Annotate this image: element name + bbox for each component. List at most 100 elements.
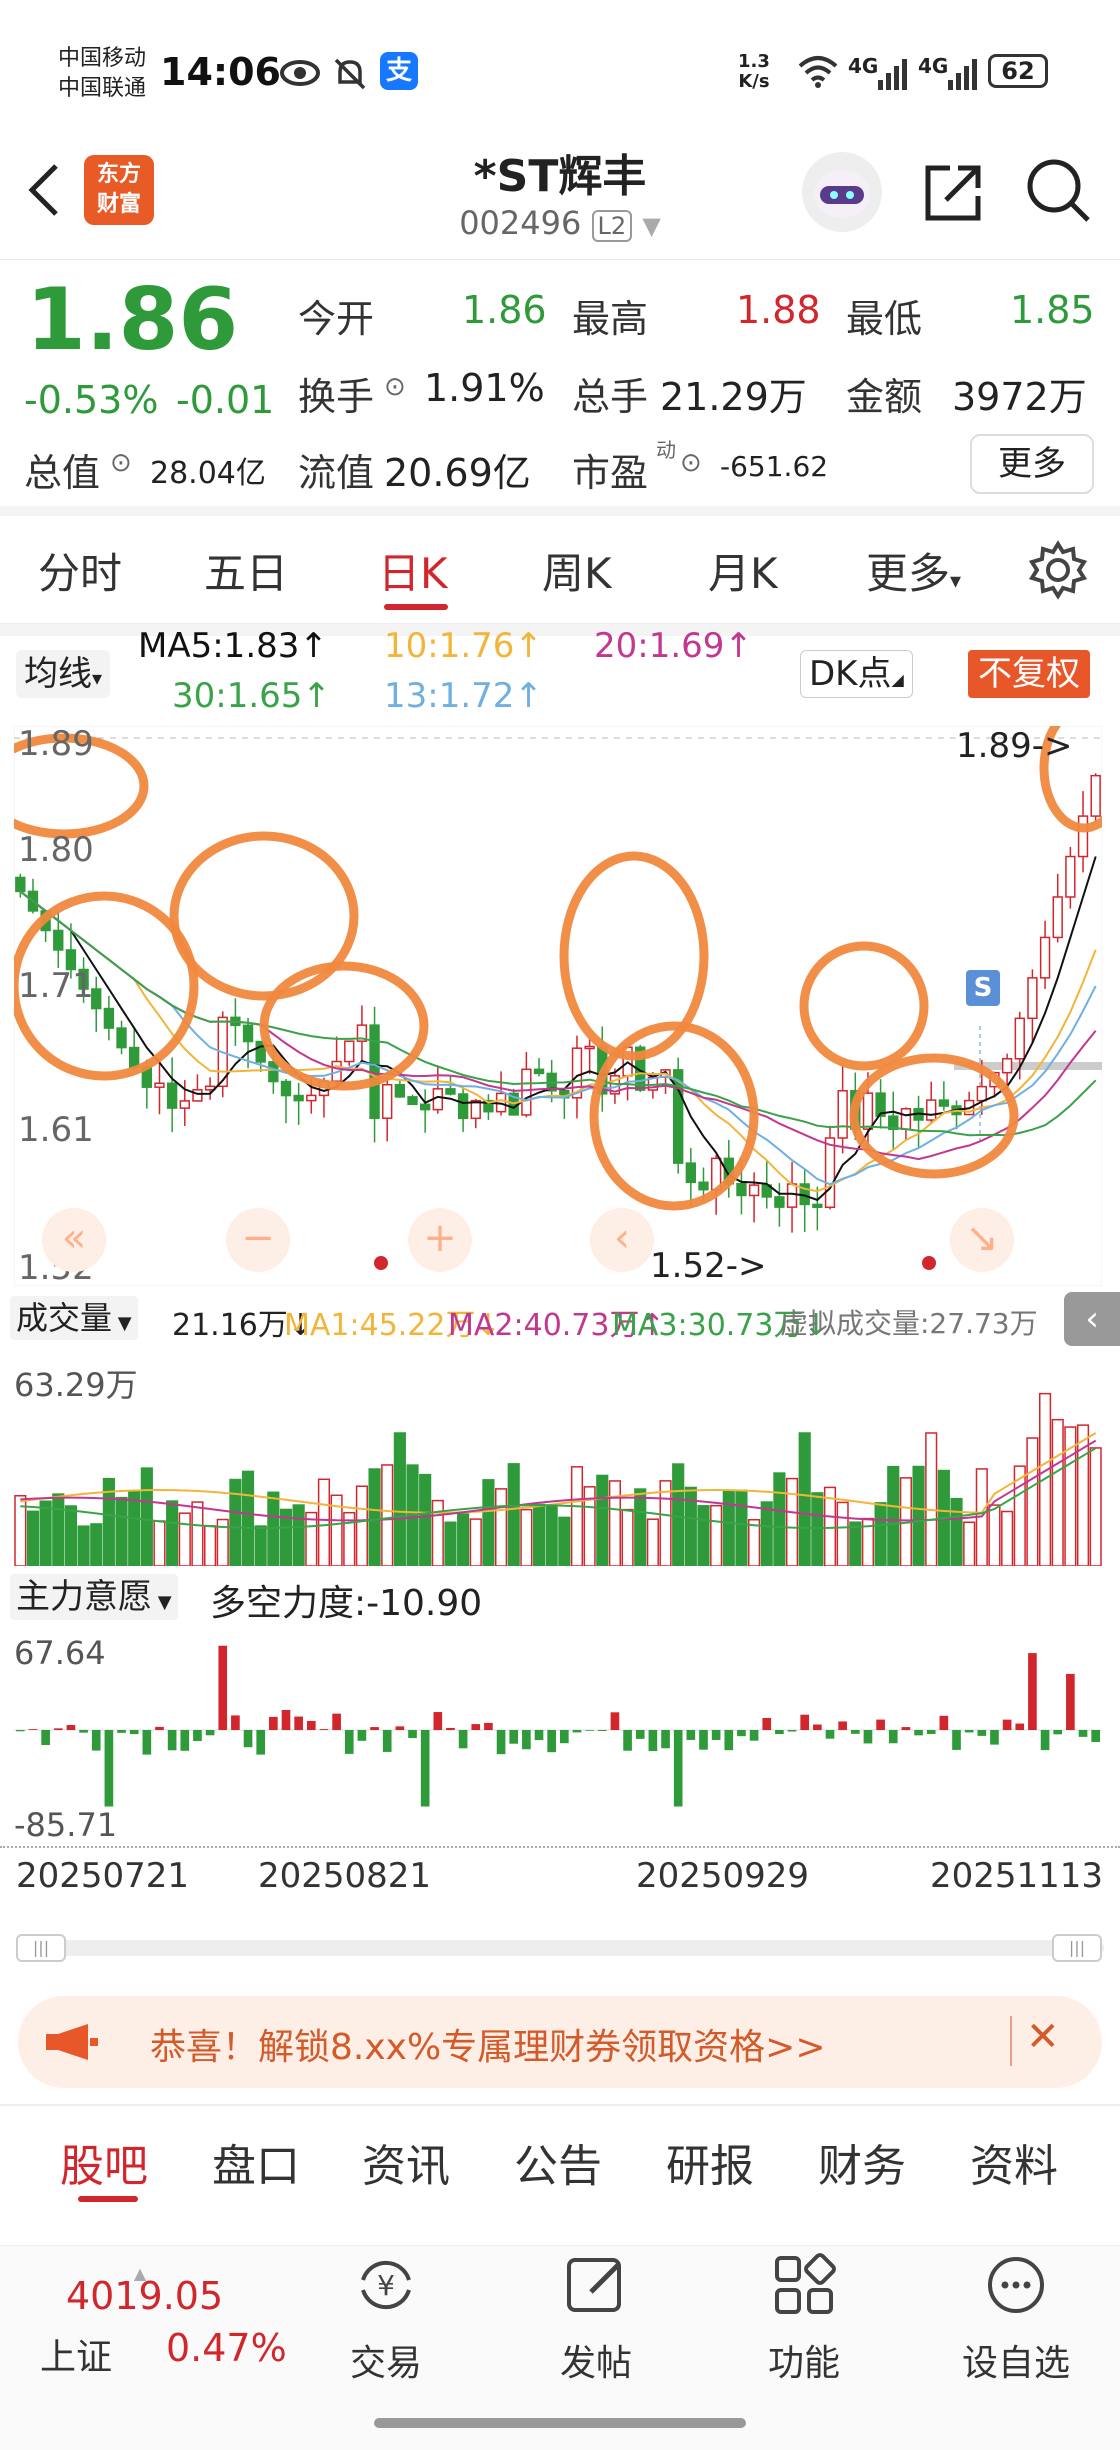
force-bar xyxy=(990,1730,999,1745)
volume-bar xyxy=(204,1525,217,1566)
force-bar xyxy=(79,1730,88,1733)
robot-avatar-icon[interactable] xyxy=(802,152,882,232)
search-icon[interactable] xyxy=(1024,156,1094,230)
tab-guba[interactable]: 股吧 xyxy=(60,2130,148,2194)
candle-body xyxy=(192,1089,203,1102)
volume-bar xyxy=(925,1432,938,1566)
ma-select[interactable]: 均线▾ xyxy=(16,650,111,698)
force-bar xyxy=(585,1730,594,1731)
volume-indicator-select[interactable]: 成交量 ▼ xyxy=(10,1296,138,1340)
force-bar xyxy=(446,1727,455,1730)
signal-bars-2-icon xyxy=(946,58,980,94)
scroll-handle-right[interactable]: ||| xyxy=(1052,1934,1102,1962)
candle-body xyxy=(53,929,64,951)
force-bar xyxy=(610,1712,620,1730)
force-bar xyxy=(876,1719,885,1730)
open-label: 今开 xyxy=(298,297,375,341)
candle-body xyxy=(445,1088,456,1095)
volume-bar xyxy=(128,1490,141,1566)
tab-announcements[interactable]: 公告 xyxy=(514,2130,602,2194)
change-abs: -0.01 xyxy=(176,378,275,422)
tab-monthly-k[interactable]: 月K xyxy=(708,540,778,601)
tab-news[interactable]: 资讯 xyxy=(362,2130,450,2194)
min-price-marker: 1.52-> xyxy=(650,1246,767,1286)
volume-bar xyxy=(1051,1418,1064,1566)
tab-five-day[interactable]: 五日 xyxy=(204,540,288,601)
force-bar xyxy=(142,1730,152,1755)
level2-badge: L2 xyxy=(591,210,633,242)
chart-left-button[interactable]: ‹ xyxy=(590,1208,654,1272)
more-button[interactable]: 更多 xyxy=(970,434,1094,494)
force-bar xyxy=(231,1715,240,1730)
nav-post[interactable]: 发帖 xyxy=(516,2250,676,2386)
tab-more[interactable]: 更多▾ xyxy=(866,540,961,601)
index-value[interactable]: 4019.05 xyxy=(66,2274,223,2318)
candle-body xyxy=(15,876,26,893)
force-indicator-select[interactable]: 主力意愿 ▼ xyxy=(10,1574,178,1620)
info-dots-icon[interactable]: ⊙ xyxy=(384,372,406,402)
tab-minute[interactable]: 分时 xyxy=(38,540,122,601)
volume-bar xyxy=(166,1500,179,1566)
force-bar xyxy=(269,1716,278,1730)
corner-triangle-icon: ◢ xyxy=(891,670,904,689)
caret-down-icon: ▾ xyxy=(92,666,103,690)
promo-text[interactable]: 恭喜！解锁8.xx%专属理财券领取资格>> xyxy=(150,2018,826,2070)
index-change: 0.47% xyxy=(166,2326,287,2370)
tab-more-label: 更多 xyxy=(866,549,951,598)
tab-finance[interactable]: 财务 xyxy=(818,2130,906,2194)
nav-functions[interactable]: 功能 xyxy=(724,2250,884,2386)
candle-body xyxy=(306,1094,317,1102)
nav-watchlist-label: 设自选 xyxy=(961,2343,1070,2384)
candle-body xyxy=(419,1103,431,1111)
signal-4g-2: 4G xyxy=(918,54,949,78)
force-bar xyxy=(686,1730,696,1740)
tab-pankou[interactable]: 盘口 xyxy=(212,2130,300,2194)
volume-bar xyxy=(77,1525,90,1566)
carrier-2: 中国联通 xyxy=(58,76,147,101)
force-bar xyxy=(104,1730,114,1807)
sell-signal-marker[interactable]: S xyxy=(966,970,1000,1006)
volume-bar xyxy=(988,1504,1001,1566)
force-bar xyxy=(635,1730,645,1739)
candle-body xyxy=(862,1092,874,1130)
ma20-value: 20:1.69↑ xyxy=(594,626,753,666)
candle-body xyxy=(382,1083,393,1119)
tab-daily-k[interactable]: 日K xyxy=(378,540,448,601)
tab-profile[interactable]: 资料 xyxy=(970,2130,1058,2194)
nav-post-label: 发帖 xyxy=(559,2343,632,2384)
chart-frame xyxy=(14,726,1102,1286)
force-chart[interactable] xyxy=(14,1630,1102,1840)
force-bar xyxy=(838,1721,847,1730)
max-price-marker: 1.89-> xyxy=(956,726,1073,766)
zoom-in-button[interactable]: + xyxy=(408,1208,472,1272)
volume-value: 21.29万 xyxy=(660,375,807,419)
candle-body xyxy=(1090,774,1101,817)
info-dots-icon[interactable]: ⊙ xyxy=(110,448,132,478)
share-icon[interactable] xyxy=(920,160,986,230)
gear-icon[interactable] xyxy=(1028,540,1088,604)
no-adjust-button[interactable]: 不复权 xyxy=(968,650,1090,698)
force-bar xyxy=(458,1730,468,1749)
scroll-handle-left[interactable]: ||| xyxy=(16,1934,66,1962)
close-icon[interactable]: ✕ xyxy=(1026,2014,1060,2060)
chart-expand-button[interactable]: ↘ xyxy=(950,1208,1014,1272)
index-name: 上证 xyxy=(40,2337,113,2378)
volume-bar xyxy=(710,1504,723,1566)
nav-add-watchlist[interactable]: 设自选 xyxy=(936,2250,1096,2386)
wifi-icon xyxy=(796,54,840,92)
tab-weekly-k[interactable]: 周K xyxy=(542,540,612,601)
dk-point-button[interactable]: DK点◢ xyxy=(800,650,913,698)
caret-down-icon: ▼ xyxy=(112,1313,132,1334)
tab-research[interactable]: 研报 xyxy=(666,2130,754,2194)
zoom-out-button[interactable]: − xyxy=(226,1208,290,1272)
chart-scrollbar[interactable] xyxy=(16,1940,1104,1956)
volume-chart[interactable] xyxy=(14,1350,1102,1566)
force-bar xyxy=(1078,1730,1088,1737)
collapse-panel-button[interactable]: ‹ xyxy=(1064,1292,1120,1346)
info-dots-icon[interactable]: ⊙ xyxy=(680,448,702,478)
force-bar xyxy=(648,1730,658,1752)
low-label: 最低 xyxy=(846,297,923,341)
chart-prev-button[interactable]: « xyxy=(42,1208,106,1272)
kline-chart[interactable] xyxy=(14,726,1102,1286)
nav-trade[interactable]: ¥ 交易 xyxy=(306,2250,466,2386)
